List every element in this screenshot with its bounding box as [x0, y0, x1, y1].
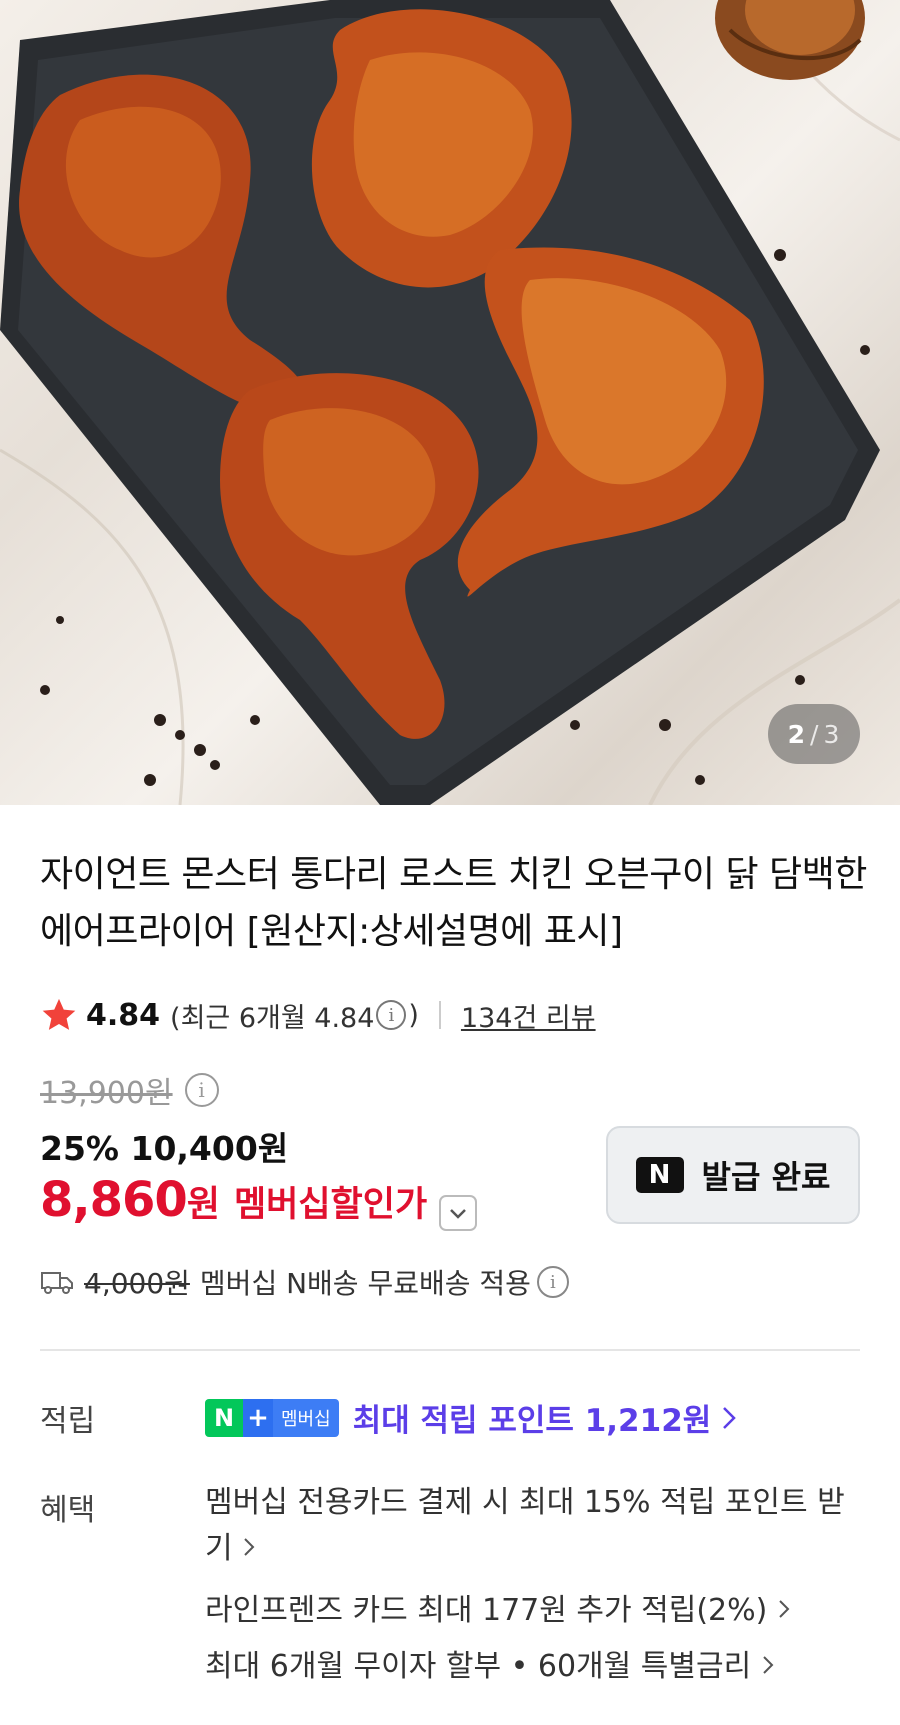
discount-price: 25% 10,400원: [40, 1129, 289, 1168]
review-count-link[interactable]: 134건 리뷰: [461, 996, 596, 1035]
recent-rating-text: (최근 6개월 4.84: [170, 1002, 375, 1034]
original-price-value: 13,900원: [40, 1076, 173, 1111]
shipping-text: 멤버십 N배송 무료배송 적용: [199, 1267, 531, 1300]
points-label: 적립: [40, 1404, 96, 1439]
badge-membership: 멤버십: [273, 1398, 339, 1437]
info-icon[interactable]: i: [376, 1000, 407, 1030]
shipping-info-icon[interactable]: i: [536, 1266, 569, 1298]
badge-plus: +: [243, 1398, 273, 1437]
membership-price-row: 8,860 원 멤버십할인가: [40, 1172, 478, 1231]
membership-price: 8,860: [40, 1172, 188, 1228]
badge-n: N: [205, 1398, 243, 1437]
shipping-row: 4,000원 멤버십 N배송 무료배송 적용 i: [40, 1262, 571, 1302]
naver-plus-membership-badge: N + 멤버십: [205, 1398, 339, 1437]
product-image[interactable]: 2 / 3: [0, 0, 900, 805]
benefit-item-card[interactable]: 멤버십 전용카드 결제 시 최대 15% 적립 포인트 받기: [205, 1480, 845, 1572]
original-price: 13,900원 i: [40, 1068, 221, 1112]
coupon-label: 발급 완료: [701, 1158, 831, 1196]
points-row[interactable]: N + 멤버십 최대 적립 포인트 1,212원: [205, 1395, 737, 1440]
image-counter-separator: /: [810, 719, 820, 749]
chevron-right-icon: [763, 1656, 774, 1674]
benefit-item-installment[interactable]: 최대 6개월 무이자 할부 • 60개월 특별금리: [205, 1644, 845, 1690]
currency-unit: 원: [186, 1184, 220, 1225]
price-info-icon[interactable]: i: [184, 1073, 219, 1107]
benefit-item-card-text: 멤버십 전용카드 결제 시 최대 15% 적립 포인트 받기: [205, 1485, 845, 1566]
benefit-item-installment-text: 최대 6개월 무이자 할부 • 60개월 특별금리: [205, 1649, 752, 1684]
benefits-label: 혜택: [40, 1493, 96, 1528]
shipping-old-fee: 4,000원: [84, 1267, 190, 1300]
chevron-right-icon: [779, 1600, 790, 1618]
benefit-item-linefriends[interactable]: 라인프렌즈 카드 최대 177원 추가 적립(2%): [205, 1588, 845, 1634]
image-counter-current: 2: [787, 719, 807, 749]
divider: [438, 1001, 441, 1029]
chevron-right-icon: [244, 1538, 255, 1556]
membership-price-label: 멤버십할인가: [233, 1185, 428, 1225]
recent-rating-close: ): [408, 999, 419, 1031]
recent-rating: (최근 6개월 4.84 i ): [170, 996, 419, 1035]
chevron-down-icon[interactable]: [439, 1195, 478, 1231]
product-title: 자이언트 몬스터 통다리 로스트 치킨 오븐구이 닭 담백한 에어프라이어 [원…: [40, 854, 867, 952]
max-points-text: 최대 적립 포인트 1,212원: [352, 1403, 712, 1439]
rating-score: 4.84: [86, 997, 161, 1033]
naver-n-icon: N: [635, 1157, 684, 1193]
product-photo: [0, 0, 900, 805]
coupon-issued-button[interactable]: N 발급 완료: [606, 1126, 860, 1224]
star-icon: [42, 998, 76, 1030]
rating-row: 4.84 (최근 6개월 4.84 i ) 134건 리뷰: [40, 993, 596, 1037]
benefit-item-linefriends-text: 라인프렌즈 카드 최대 177원 추가 적립(2%): [205, 1593, 768, 1628]
image-counter-total: 3: [823, 719, 841, 749]
truck-icon: [41, 1272, 73, 1294]
chevron-right-icon: [723, 1406, 737, 1429]
image-counter: 2 / 3: [768, 704, 860, 764]
section-divider: [40, 1349, 860, 1351]
